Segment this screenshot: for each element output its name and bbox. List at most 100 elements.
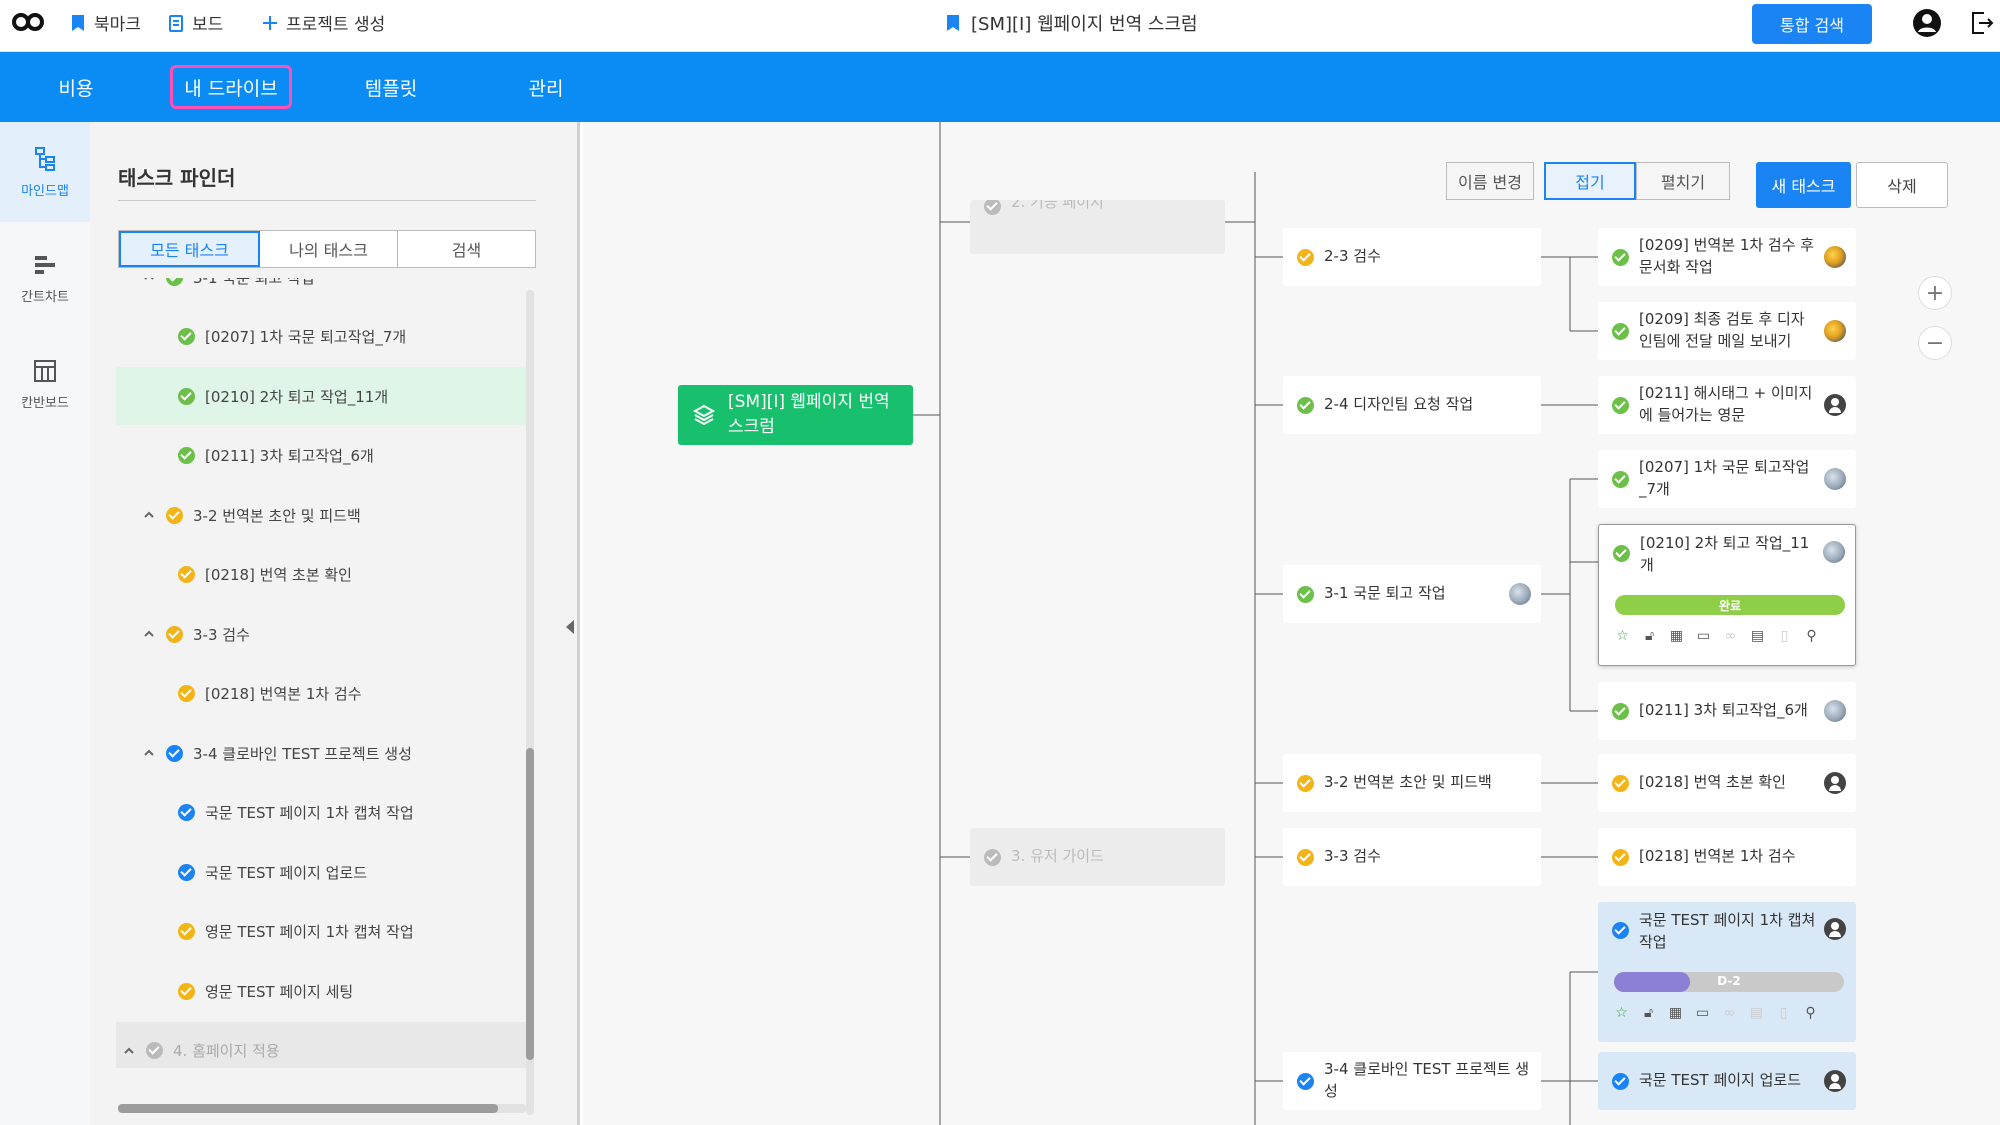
collapse-panel-icon[interactable]: [566, 620, 574, 634]
task-tree-row[interactable]: [0207] 1차 국문 퇴고작업_7개: [116, 308, 526, 366]
mindmap-leaf-0211[interactable]: [0211] 3차 퇴고작업_6개: [1598, 682, 1856, 740]
chevron-up-icon[interactable]: [122, 1044, 136, 1058]
task-finder-panel: 태스크 파인더 모든 태스크 나의 태스크 검색 3-1 국문 퇴고 작업 [02…: [90, 122, 560, 1125]
card-header: [0210] 2차 퇴고 작업_11개: [1599, 525, 1855, 587]
board-menu[interactable]: 보드: [168, 10, 223, 35]
logout-icon[interactable]: [1970, 10, 1994, 36]
task-tree-row[interactable]: 3-3 검수: [116, 605, 526, 663]
integrated-search-button[interactable]: 통합 검색: [1752, 4, 1872, 44]
assignee-avatar[interactable]: [1823, 541, 1845, 563]
mindmap-leaf-0218-draft[interactable]: [0218] 번역 초본 확인: [1598, 754, 1856, 812]
chevron-up-icon[interactable]: [142, 508, 156, 522]
nav-item-admin[interactable]: 관리: [510, 65, 582, 109]
assign-user-icon[interactable]: ⚲: [1803, 1006, 1818, 1021]
calendar-icon[interactable]: ▦: [1669, 629, 1684, 644]
star-icon[interactable]: ☆: [1614, 1006, 1629, 1021]
file-icon[interactable]: ▤: [1750, 629, 1765, 644]
chevron-up-icon[interactable]: [142, 278, 156, 284]
file-icon[interactable]: ▤: [1749, 1006, 1764, 1021]
nav-item-template[interactable]: 템플릿: [350, 65, 432, 109]
task-tree-label: 국문 TEST 페이지 1차 캡쳐 작업: [205, 804, 414, 822]
mindmap-canvas[interactable]: 이름 변경 접기 펼치기 새 태스크 삭제 + − [SM][I] 웹페이지 번…: [583, 122, 2000, 1125]
horizontal-scrollbar-thumb[interactable]: [118, 1104, 498, 1113]
task-tree-row[interactable]: 3-2 번역본 초안 및 피드백: [116, 486, 526, 544]
assignee-avatar[interactable]: [1824, 772, 1846, 794]
task-tree-row[interactable]: 3-1 국문 퇴고 작업: [116, 278, 526, 306]
mindmap-leaf-0209-doc[interactable]: [0209] 번역본 1차 검수 후 문서화 작업: [1598, 228, 1856, 286]
chevron-up-icon[interactable]: [142, 746, 156, 760]
status-check-icon: [1297, 396, 1314, 414]
collapse-button[interactable]: 접기: [1544, 162, 1636, 200]
calendar-icon[interactable]: ▦: [1668, 1006, 1683, 1021]
mindmap-leaf-0211-hashtag[interactable]: [0211] 해시태그 + 이미지에 들어가는 영문: [1598, 376, 1856, 434]
lock-icon[interactable]: 🔓︎: [1641, 1006, 1656, 1021]
nav-item-cost[interactable]: 비용: [40, 65, 112, 109]
assignee-avatar[interactable]: [1824, 1070, 1846, 1092]
mindmap-leaf-upload[interactable]: 국문 TEST 페이지 업로드: [1598, 1052, 1856, 1110]
chevron-up-icon[interactable]: [142, 627, 156, 641]
comment-icon[interactable]: ▭: [1696, 629, 1711, 644]
tab-all-tasks[interactable]: 모든 태스크: [119, 231, 260, 267]
rail-item-mindmap[interactable]: 마인드맵: [0, 122, 90, 222]
bookmark-menu[interactable]: 북마크: [70, 10, 141, 35]
assignee-avatar[interactable]: [1824, 394, 1846, 416]
mindmap-node-3-3[interactable]: 3-3 검수: [1283, 828, 1541, 886]
assignee-avatar[interactable]: [1824, 918, 1846, 940]
note-icon[interactable]: ▯: [1777, 629, 1792, 644]
mindmap-node-2-4[interactable]: 2-4 디자인팀 요청 작업: [1283, 376, 1541, 434]
expand-button[interactable]: 펼치기: [1636, 162, 1730, 200]
task-tree-row[interactable]: 국문 TEST 페이지 업로드: [116, 843, 526, 901]
mindmap-node-3-1[interactable]: 3-1 국문 퇴고 작업: [1283, 565, 1541, 623]
task-tree-row[interactable]: 4. 홈페이지 적용: [116, 1021, 526, 1068]
task-tree-row[interactable]: [0211] 3차 퇴고작업_6개: [116, 427, 526, 485]
mindmap-node-3-4[interactable]: 3-4 클로바인 TEST 프로젝트 생성: [1283, 1052, 1541, 1110]
note-icon[interactable]: ▯: [1776, 1006, 1791, 1021]
mindmap-node-user-guide[interactable]: 3. 유저 가이드: [970, 828, 1225, 886]
task-tree-row[interactable]: [0218] 번역본 1차 검수: [116, 665, 526, 723]
status-check-icon: [166, 625, 183, 643]
zoom-out-button[interactable]: −: [1918, 326, 1952, 360]
mindmap-card-capture[interactable]: 국문 TEST 페이지 1차 캡쳐 작업 D-2 ☆ 🔓︎ ▦ ▭ ∞ ▤ ▯ …: [1598, 902, 1856, 1042]
status-check-icon: [178, 863, 195, 881]
task-tree-row[interactable]: 3-4 클로바인 TEST 프로젝트 생성: [116, 724, 526, 782]
assign-user-icon[interactable]: ⚲: [1804, 629, 1819, 644]
mindmap-leaf-0218-review[interactable]: [0218] 번역본 1차 검수: [1598, 828, 1856, 886]
assignee-avatar[interactable]: [1824, 468, 1846, 490]
rail-item-kanban[interactable]: 칸반보드: [0, 334, 90, 434]
user-profile-icon[interactable]: [1912, 8, 1942, 38]
rename-button[interactable]: 이름 변경: [1446, 162, 1534, 200]
mindmap-card-0210[interactable]: [0210] 2차 퇴고 작업_11개 완료 ☆ 🔓︎ ▦ ▭ ∞ ▤ ▯ ⚲: [1598, 524, 1856, 666]
assignee-avatar[interactable]: [1509, 583, 1531, 605]
task-tree-row[interactable]: [0210] 2차 퇴고 작업_11개: [116, 367, 526, 425]
task-tree-row[interactable]: 영문 TEST 페이지 세팅: [116, 962, 526, 1020]
nav-item-my-drive[interactable]: 내 드라이브: [170, 65, 292, 109]
task-tree-row[interactable]: [0218] 번역 초본 확인: [116, 546, 526, 604]
rail-item-gantt[interactable]: 간트차트: [0, 228, 90, 328]
tab-my-tasks[interactable]: 나의 태스크: [260, 231, 398, 267]
task-tree-row[interactable]: 국문 TEST 페이지 1차 캡쳐 작업: [116, 784, 526, 842]
link-icon[interactable]: ∞: [1722, 1006, 1737, 1021]
vertical-scrollbar-thumb[interactable]: [526, 748, 534, 1060]
status-check-icon: [984, 848, 1001, 866]
assignee-avatar[interactable]: [1824, 246, 1846, 268]
app-logo[interactable]: [12, 10, 46, 34]
mindmap-node-2-3[interactable]: 2-3 검수: [1283, 228, 1541, 286]
comment-icon[interactable]: ▭: [1695, 1006, 1710, 1021]
delete-button[interactable]: 삭제: [1856, 162, 1948, 208]
link-icon[interactable]: ∞: [1723, 629, 1738, 644]
assignee-avatar[interactable]: [1824, 320, 1846, 342]
bookmark-icon: [947, 15, 959, 31]
root-node[interactable]: [SM][I] 웹페이지 번역 스크럼: [678, 385, 913, 445]
mindmap-node-3-2[interactable]: 3-2 번역본 초안 및 피드백: [1283, 754, 1541, 812]
mindmap-leaf-0207[interactable]: [0207] 1차 국문 퇴고작업_7개: [1598, 450, 1856, 508]
assignee-avatar[interactable]: [1824, 700, 1846, 722]
lock-icon[interactable]: 🔓︎: [1642, 629, 1657, 644]
mindmap-leaf-0209-mail[interactable]: [0209] 최종 검토 후 디자인팀에 전달 메일 보내기: [1598, 302, 1856, 360]
new-task-button[interactable]: 새 태스크: [1756, 162, 1851, 208]
create-project-menu[interactable]: 프로젝트 생성: [262, 10, 385, 35]
star-icon[interactable]: ☆: [1615, 629, 1630, 644]
mindmap-node-functions[interactable]: 2. 기능 페이지: [970, 200, 1225, 254]
zoom-in-button[interactable]: +: [1918, 276, 1952, 310]
tab-search[interactable]: 검색: [398, 231, 535, 267]
task-tree-row[interactable]: 영문 TEST 페이지 1차 캡쳐 작업: [116, 903, 526, 961]
